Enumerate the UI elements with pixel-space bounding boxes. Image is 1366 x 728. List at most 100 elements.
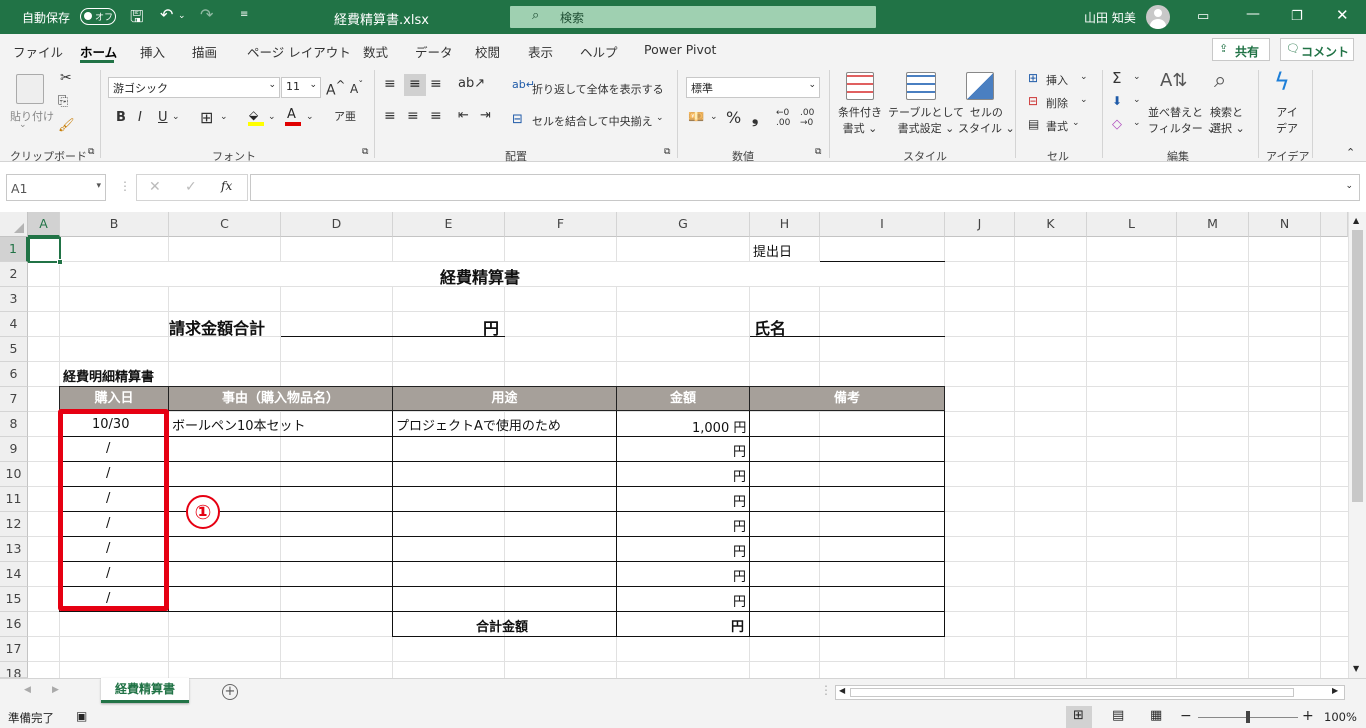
row-header-9[interactable]: 9 <box>0 437 28 462</box>
ideas-icon[interactable]: ϟ <box>1274 68 1290 96</box>
vertical-scroll-thumb[interactable] <box>1352 230 1363 502</box>
copy-icon[interactable]: ⎘ <box>58 94 68 109</box>
tab-insert[interactable]: 挿入 <box>140 42 165 61</box>
clear-dropdown-icon[interactable]: ⌄ <box>1133 118 1141 128</box>
cell-styles-icon[interactable] <box>966 72 994 100</box>
insert-dropdown-icon[interactable]: ⌄ <box>1080 72 1088 82</box>
accessibility-icon[interactable]: ▣ <box>76 709 87 723</box>
find-select-icon[interactable]: ⌕ <box>1214 68 1226 93</box>
tab-data[interactable]: データ <box>415 42 453 61</box>
borders-icon[interactable]: ⊞ <box>200 108 213 127</box>
underline-dropdown-icon[interactable]: ⌄ <box>172 112 180 122</box>
merge-center-button[interactable]: セルを結合して中央揃え <box>532 113 653 129</box>
minimize-icon[interactable]: — <box>1246 6 1260 22</box>
row-header-16[interactable]: 16 <box>0 612 28 637</box>
borders-dropdown-icon[interactable]: ⌄ <box>220 112 228 122</box>
paste-button[interactable]: 貼り付け <box>10 108 54 124</box>
column-header-e[interactable]: E <box>393 212 505 237</box>
underline-icon[interactable]: U <box>158 110 168 125</box>
column-header-c[interactable]: C <box>169 212 281 237</box>
decrease-indent-icon[interactable]: ⇤ <box>458 108 469 123</box>
row-header-5[interactable]: 5 <box>0 337 28 362</box>
number-launcher-icon[interactable]: ⧉ <box>815 147 821 157</box>
tab-formulas[interactable]: 数式 <box>363 42 388 61</box>
row-header-15[interactable]: 15 <box>0 587 28 612</box>
column-header-f[interactable]: F <box>505 212 617 237</box>
percent-icon[interactable]: % <box>726 108 741 127</box>
scroll-right-icon[interactable]: ▶ <box>1332 686 1338 695</box>
clipboard-launcher-icon[interactable]: ⧉ <box>88 147 94 157</box>
tab-help[interactable]: ヘルプ <box>580 42 618 61</box>
sort-filter-icon[interactable]: A⇅ <box>1160 70 1187 91</box>
close-icon[interactable]: ✕ <box>1336 6 1349 24</box>
share-button[interactable]: ⇪ 共有 <box>1212 38 1270 61</box>
fill-icon[interactable]: ⬇ <box>1112 94 1122 108</box>
conditional-format-button[interactable]: 条件付き 書式 ⌄ <box>838 104 882 136</box>
format-dropdown-icon[interactable]: ⌄ <box>1072 118 1080 128</box>
autosum-icon[interactable]: Σ <box>1112 69 1121 87</box>
tab-home[interactable]: ホーム <box>80 42 117 61</box>
tab-view[interactable]: 表示 <box>528 42 553 61</box>
merge-dropdown-icon[interactable]: ⌄ <box>656 113 664 123</box>
accounting-format-icon[interactable]: 💴 <box>688 110 704 125</box>
worksheet-grid[interactable]: A B C D E F G H I J K L M N 1 2 3 4 5 6 … <box>0 212 1366 678</box>
sheet-tab-active[interactable]: 経費精算書 <box>101 678 189 703</box>
font-name-select[interactable]: 游ゴシック ⌄ <box>108 77 280 98</box>
active-cell[interactable] <box>28 237 63 265</box>
enter-icon[interactable]: ✓ <box>185 179 197 195</box>
decrease-decimal-icon[interactable]: .00 →0 <box>800 108 814 128</box>
select-all-corner[interactable] <box>0 212 28 237</box>
row-header-8[interactable]: 8 <box>0 412 28 437</box>
row-header-14[interactable]: 14 <box>0 562 28 587</box>
bold-icon[interactable]: B <box>116 110 126 125</box>
scroll-up-icon[interactable]: ▲ <box>1353 216 1359 225</box>
italic-icon[interactable]: I <box>138 110 142 125</box>
autosum-dropdown-icon[interactable]: ⌄ <box>1133 72 1141 82</box>
zoom-in-icon[interactable]: + <box>1302 708 1314 724</box>
row-header-13[interactable]: 13 <box>0 537 28 562</box>
increase-decimal-icon[interactable]: ←0.00 <box>776 108 790 128</box>
ideas-button[interactable]: アイ デア <box>1276 104 1298 136</box>
align-top-icon[interactable]: ≡ <box>384 76 396 92</box>
column-header-b[interactable]: B <box>60 212 169 237</box>
grow-font-icon[interactable]: A^ <box>326 78 345 99</box>
conditional-format-icon[interactable] <box>846 72 874 100</box>
align-middle-icon[interactable]: ≡ <box>404 74 426 96</box>
name-box[interactable]: A1 ▾ <box>6 174 106 201</box>
fill-color-icon[interactable]: ⬙ <box>248 108 264 126</box>
increase-indent-icon[interactable]: ⇥ <box>480 108 491 123</box>
row-header-10[interactable]: 10 <box>0 462 28 487</box>
cancel-icon[interactable]: ✕ <box>149 179 161 195</box>
normal-view-icon[interactable]: ⊞ <box>1066 706 1092 728</box>
row-header-11[interactable]: 11 <box>0 487 28 512</box>
column-header-d[interactable]: D <box>281 212 393 237</box>
comment-button[interactable]: 🗨 コメント <box>1280 38 1354 61</box>
prev-sheet-icon[interactable]: ◀ <box>24 685 31 695</box>
font-color-dropdown-icon[interactable]: ⌄ <box>306 112 314 122</box>
tab-splitter-icon[interactable]: ⋮ <box>820 683 832 697</box>
avatar[interactable] <box>1146 5 1170 29</box>
format-as-table-icon[interactable] <box>906 72 936 100</box>
scroll-left-icon[interactable]: ◀ <box>839 686 845 695</box>
delete-cells-icon[interactable]: ⊟ <box>1028 94 1038 108</box>
find-select-button[interactable]: 検索と 選択 ⌄ <box>1210 104 1245 136</box>
redo-icon[interactable]: ↷ <box>200 5 213 24</box>
alignment-launcher-icon[interactable]: ⧉ <box>664 147 670 157</box>
vertical-scrollbar[interactable]: ▲ ▼ <box>1348 212 1366 678</box>
format-cells-icon[interactable]: ▤ <box>1028 117 1039 131</box>
zoom-out-icon[interactable]: − <box>1180 708 1192 724</box>
horizontal-scroll-thumb[interactable] <box>850 688 1294 697</box>
tab-file[interactable]: ファイル <box>13 42 63 61</box>
font-launcher-icon[interactable]: ⧉ <box>362 147 368 157</box>
insert-cells-button[interactable]: 挿入 <box>1046 72 1068 88</box>
phonetic-icon[interactable]: ア亜 <box>334 108 356 124</box>
column-header-j[interactable]: J <box>945 212 1015 237</box>
horizontal-scrollbar[interactable]: ◀ ▶ <box>835 685 1345 700</box>
font-size-select[interactable]: 11 ⌄ <box>281 77 321 98</box>
cut-icon[interactable]: ✂ <box>60 70 72 86</box>
customize-icon[interactable]: ≡ <box>240 9 248 20</box>
orientation-icon[interactable]: ab↗ <box>458 76 485 91</box>
sort-filter-button[interactable]: 並べ替えと フィルター ⌄ <box>1148 104 1216 136</box>
zoom-slider-thumb[interactable] <box>1246 711 1250 723</box>
formula-input[interactable]: ⌄ <box>250 174 1360 201</box>
